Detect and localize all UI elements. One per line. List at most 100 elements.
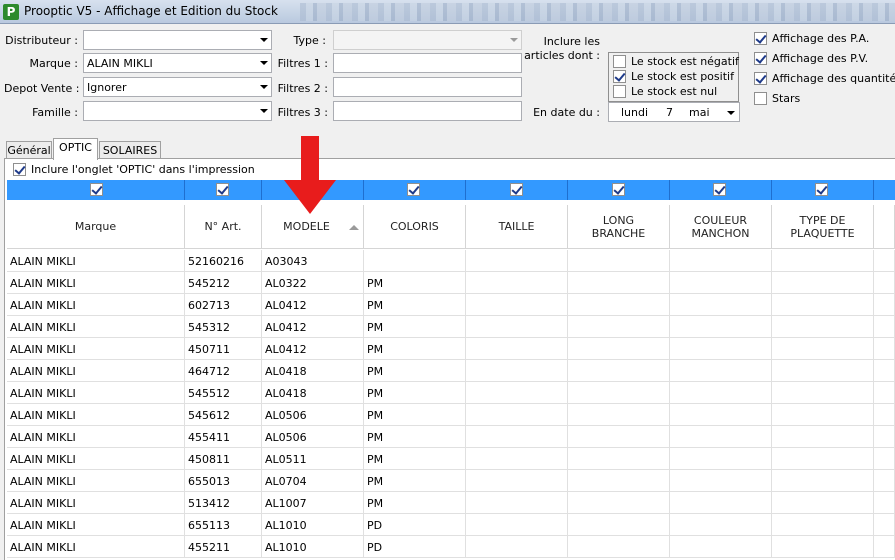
stock-negatif-option[interactable]: Le stock est négatif: [613, 54, 739, 68]
famille-label: Famille :: [32, 106, 78, 119]
table-cell: [772, 338, 874, 360]
filtre-3-input[interactable]: [333, 101, 522, 121]
table-cell: [466, 514, 568, 536]
column-header-taille[interactable]: TAILLE: [466, 205, 568, 249]
column-toggle-checkbox[interactable]: [407, 183, 420, 196]
table-cell: PM: [364, 338, 466, 360]
table-cell: ALAIN MIKLI: [7, 316, 185, 338]
table-row[interactable]: ALAIN MIKLI 655113 AL1010 PD: [7, 514, 895, 536]
table-cell: [568, 514, 670, 536]
table-row[interactable]: ALAIN MIKLI 464712 AL0418 PM: [7, 360, 895, 382]
famille-select[interactable]: [83, 101, 272, 121]
stock-positif-checkbox[interactable]: [613, 69, 626, 83]
table-row[interactable]: ALAIN MIKLI 52160216 A03043: [7, 250, 895, 272]
stars-checkbox[interactable]: [754, 91, 767, 105]
table-cell: [772, 448, 874, 470]
table-cell: [568, 316, 670, 338]
include-in-print-checkbox[interactable]: [13, 162, 26, 176]
table-cell: AL0506: [262, 426, 364, 448]
table-row[interactable]: ALAIN MIKLI 602713 AL0412 PM: [7, 294, 895, 316]
table-cell: [466, 404, 568, 426]
stock-positif-option[interactable]: Le stock est positif: [613, 69, 734, 83]
marque-select[interactable]: ALAIN MIKLI: [83, 53, 272, 73]
table-row[interactable]: ALAIN MIKLI 450711 AL0412 PM: [7, 338, 895, 360]
include-in-print-option[interactable]: Inclure l'onglet 'OPTIC' dans l'impressi…: [13, 162, 255, 176]
column-toggle-cell: [670, 180, 772, 200]
table-cell: [466, 382, 568, 404]
table-cell: ALAIN MIKLI: [7, 426, 185, 448]
table-cell: [874, 382, 895, 404]
depot-vente-select[interactable]: Ignorer: [83, 77, 272, 97]
column-toggle-checkbox[interactable]: [510, 183, 523, 196]
table-row[interactable]: ALAIN MIKLI 450811 AL0511 PM: [7, 448, 895, 470]
column-toggle-checkbox[interactable]: [713, 183, 726, 196]
affichage-pv-checkbox[interactable]: [754, 51, 767, 65]
stock-nul-checkbox[interactable]: [613, 84, 626, 98]
column-header-coloris[interactable]: COLORIS: [364, 205, 466, 249]
depot-vente-label: Depot Vente :: [4, 82, 80, 95]
table-cell: [772, 272, 874, 294]
table-cell: AL0704: [262, 470, 364, 492]
inclure-label-1: Inclure les: [543, 35, 600, 48]
table-row[interactable]: ALAIN MIKLI 655013 AL0704 PM: [7, 470, 895, 492]
date-picker[interactable]: lundi 7 mai: [608, 102, 740, 122]
table-cell: [466, 338, 568, 360]
column-header-type-plaquette[interactable]: TYPE DE PLAQUETTE: [772, 205, 874, 249]
table-cell: 450811: [185, 448, 262, 470]
chevron-down-icon: [727, 111, 735, 115]
affichage-pa-checkbox[interactable]: [754, 31, 767, 45]
tab-general[interactable]: Général: [6, 141, 52, 159]
distributeur-select[interactable]: [83, 30, 272, 50]
table-cell: 545512: [185, 382, 262, 404]
table-row[interactable]: ALAIN MIKLI 545312 AL0412 PM: [7, 316, 895, 338]
column-header-couleur-manchon[interactable]: COULEUR MANCHON: [670, 205, 772, 249]
table-cell: 455211: [185, 536, 262, 558]
table-row[interactable]: ALAIN MIKLI 455411 AL0506 PM: [7, 426, 895, 448]
table-cell: ALAIN MIKLI: [7, 470, 185, 492]
table-row[interactable]: ALAIN MIKLI 513412 AL1007 PM: [7, 492, 895, 514]
table-cell: [772, 294, 874, 316]
tab-optic[interactable]: OPTIC: [53, 138, 98, 160]
table-cell: PM: [364, 294, 466, 316]
column-toggle-cell: [7, 180, 185, 200]
column-header-numero-article[interactable]: N° Art.: [185, 205, 262, 249]
affichage-quantites-checkbox[interactable]: [754, 71, 767, 85]
column-toggle-checkbox[interactable]: [216, 183, 229, 196]
red-arrow-annotation: [284, 136, 336, 214]
affichage-pv-option[interactable]: Affichage des P.V.: [754, 51, 868, 65]
affichage-quantites-option[interactable]: Affichage des quantités: [754, 71, 895, 85]
filtre-2-input[interactable]: [333, 77, 522, 97]
column-toggle-cell: [568, 180, 670, 200]
column-toggle-checkbox[interactable]: [612, 183, 625, 196]
filtre-1-input[interactable]: [333, 53, 522, 73]
table-cell: [670, 272, 772, 294]
type-select[interactable]: [333, 30, 522, 50]
stock-nul-option[interactable]: Le stock est nul: [613, 84, 717, 98]
column-toggle-cell: [185, 180, 262, 200]
stock-table: Marque N° Art. MODELE COLORIS TAILLE LON…: [7, 205, 895, 560]
column-header-marque[interactable]: Marque: [7, 205, 185, 249]
table-cell: [466, 360, 568, 382]
column-header-long-branche[interactable]: LONG BRANCHE: [568, 205, 670, 249]
table-row[interactable]: ALAIN MIKLI 545512 AL0418 PM: [7, 382, 895, 404]
table-cell: AL1007: [262, 492, 364, 514]
column-toggle-cell: [364, 180, 466, 200]
table-row[interactable]: ALAIN MIKLI 545212 AL0322 PM: [7, 272, 895, 294]
table-cell: ALAIN MIKLI: [7, 272, 185, 294]
date-label: En date du :: [533, 106, 600, 119]
date-day-name: lundi: [621, 106, 649, 119]
table-cell: [568, 338, 670, 360]
table-cell: AL0511: [262, 448, 364, 470]
stars-option[interactable]: Stars: [754, 91, 800, 105]
chevron-down-icon: [260, 109, 268, 113]
affichage-pa-option[interactable]: Affichage des P.A.: [754, 31, 869, 45]
table-row[interactable]: ALAIN MIKLI 545612 AL0506 PM: [7, 404, 895, 426]
column-toggle-checkbox[interactable]: [90, 183, 103, 196]
table-cell: [466, 316, 568, 338]
table-row[interactable]: ALAIN MIKLI 455211 AL1010 PD: [7, 536, 895, 558]
stock-negatif-checkbox[interactable]: [613, 54, 626, 68]
table-cell: [670, 338, 772, 360]
tab-solaires[interactable]: SOLAIRES: [99, 141, 161, 159]
column-toggle-checkbox[interactable]: [815, 183, 828, 196]
table-cell: [670, 514, 772, 536]
